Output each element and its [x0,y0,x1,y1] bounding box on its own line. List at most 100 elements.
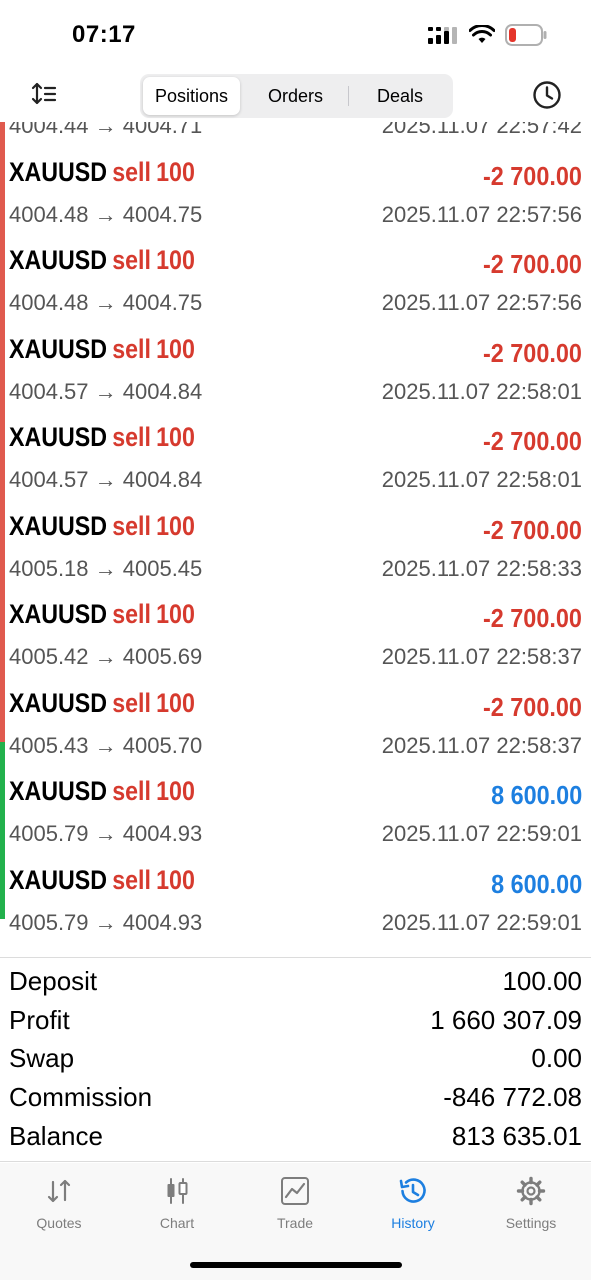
sort-button[interactable] [30,80,58,108]
deal-symbol: XAUUSD [9,333,108,364]
deal-row[interactable]: XAUUSD sell 100 8 600.00 4005.79 → 4004.93 20… [0,830,591,935]
deal-row[interactable]: XAUUSD sell 100 -2 700.00 4004.48 → 4004.75 2… [0,211,591,315]
deal-profit: -2 700.00 [483,426,582,456]
deal-direction: sell [112,245,151,275]
deal-title: XAUUSD sell 100 [9,157,195,188]
tab-label: History [391,1215,435,1231]
tab-orders[interactable]: Orders [244,77,347,115]
deal-row[interactable]: XAUUSD sell 100 -2 700.00 4005.42 → 4005.69 2… [0,565,591,669]
deal-details: 4005.79 → 4004.93 2025.11.07 22:59:01 [9,910,582,936]
deal-direction: sell [112,776,151,806]
deal-profit: 8 600.00 [490,780,582,810]
deal-volume: 100 [156,510,195,541]
deal-row[interactable]: XAUUSD sell 100 -2 700.00 4004.57 → 4004.84 2… [0,388,591,492]
summary-label: Profit [9,1004,70,1035]
result-indicator-bar [0,565,5,654]
summary-row-balance: Balance 813 635.01 [0,1117,591,1156]
deal-profit: -2 700.00 [483,514,582,545]
deal-title: XAUUSD sell 100 [9,688,195,719]
result-indicator-bar [0,388,5,477]
summary-row-swap: Swap 0.00 [0,1040,591,1079]
status-icons [427,24,547,46]
deal-symbol: XAUUSD [9,510,108,541]
deal-title: XAUUSD sell 100 [9,245,195,276]
deal-direction: sell [112,333,151,364]
deal-time: 2025.11.07 22:59:01 [381,909,582,935]
deal-direction: sell [112,510,151,541]
tab-deals[interactable]: Deals [350,77,450,115]
deal-volume: 100 [156,687,195,718]
tab-quotes[interactable]: Quotes [0,1175,118,1235]
deal-volume: 100 [156,333,195,364]
result-indicator-bar [0,122,5,211]
summary-value: -846 772.08 [443,1082,582,1113]
tab-label: Quotes [36,1215,82,1231]
deal-direction: sell [112,422,151,452]
summary-value: 813 635.01 [451,1121,582,1152]
clock-icon [533,81,561,109]
summary-row-deposit: Deposit 100.00 [0,962,591,1001]
deal-symbol: XAUUSD [9,422,108,452]
deal-profit: -2 700.00 [483,691,582,722]
deal-title: XAUUSD sell 100 [9,422,195,453]
sort-icon [31,82,57,105]
deals-list[interactable]: 4004.44 → 4004.71 2025.11.07 22:57:42 XA… [0,122,591,958]
summary-value: 1 660 307.09 [430,1004,582,1035]
tab-chart[interactable]: Chart [118,1175,236,1235]
result-indicator-bar [0,830,5,919]
deal-profit: -2 700.00 [483,160,582,191]
quotes-icon [47,1179,71,1203]
deal-row[interactable]: XAUUSD sell 100 -2 700.00 4004.57 → 4004.84 2… [0,299,591,404]
deal-title: XAUUSD sell 100 [9,334,195,365]
history-period-button[interactable] [531,79,563,111]
deal-symbol: XAUUSD [9,687,108,718]
deal-row[interactable]: XAUUSD sell 100 -2 700.00 4005.18 → 4005.45 2… [0,476,591,581]
deal-volume: 100 [156,156,195,187]
deal-row[interactable]: XAUUSD sell 100 8 600.00 4005.79 → 4004.93 20… [0,742,591,846]
deal-volume: 100 [156,422,195,452]
status-bar: 07:17 [0,0,591,70]
deal-direction: sell [112,599,151,629]
tab-positions[interactable]: Positions [143,77,240,115]
deal-direction: sell [112,156,151,187]
chart-icon [167,1178,188,1204]
deal-title: XAUUSD sell 100 [9,599,195,630]
deal-volume: 100 [156,864,195,895]
wifi-icon [469,25,495,43]
deal-symbol: XAUUSD [9,599,108,629]
tab-history[interactable]: History [354,1175,472,1235]
deal-symbol: XAUUSD [9,156,108,187]
summary-row-commission: Commission -846 772.08 [0,1078,591,1117]
settings-icon [516,1176,546,1206]
home-indicator [190,1262,402,1268]
segment-divider [348,86,349,106]
tab-label: Trade [276,1215,314,1231]
summary-row-profit: Profit 1 660 307.09 [0,1001,591,1040]
result-indicator-bar [0,211,5,300]
deal-prices: 4005.79 → 4004.93 [9,909,203,935]
result-indicator-bar [0,653,5,742]
deal-row[interactable]: XAUUSD sell 100 -2 700.00 4004.48 → 4004.75 2… [0,122,591,227]
deal-title: XAUUSD sell 100 [9,865,195,896]
trade-icon [281,1177,309,1205]
segmented-control: Positions Orders Deals [140,74,453,118]
deal-row[interactable]: XAUUSD sell 100 -2 700.00 4005.43 → 4005.70 2… [0,653,591,758]
summary-label: Swap [9,1043,75,1074]
tab-trade[interactable]: Trade [236,1175,354,1235]
deal-title: XAUUSD sell 100 [9,511,195,542]
deal-profit: 8 600.00 [490,868,582,899]
deal-volume: 100 [156,776,195,806]
tab-settings[interactable]: Settings [472,1175,590,1235]
top-nav: Positions Orders Deals [0,70,591,122]
history-icon [399,1178,426,1203]
tab-label: Chart [159,1215,195,1231]
battery-icon [505,24,547,46]
tab-label: Settings [505,1215,557,1231]
deal-title: XAUUSD sell 100 [9,776,195,807]
deal-symbol: XAUUSD [9,245,108,275]
summary-value: 0.00 [531,1043,582,1074]
deal-direction: sell [112,687,151,718]
result-indicator-bar [0,299,5,388]
deal-volume: 100 [156,599,195,629]
account-summary: Deposit 100.00 Profit 1 660 307.09 Swap … [0,962,591,1162]
